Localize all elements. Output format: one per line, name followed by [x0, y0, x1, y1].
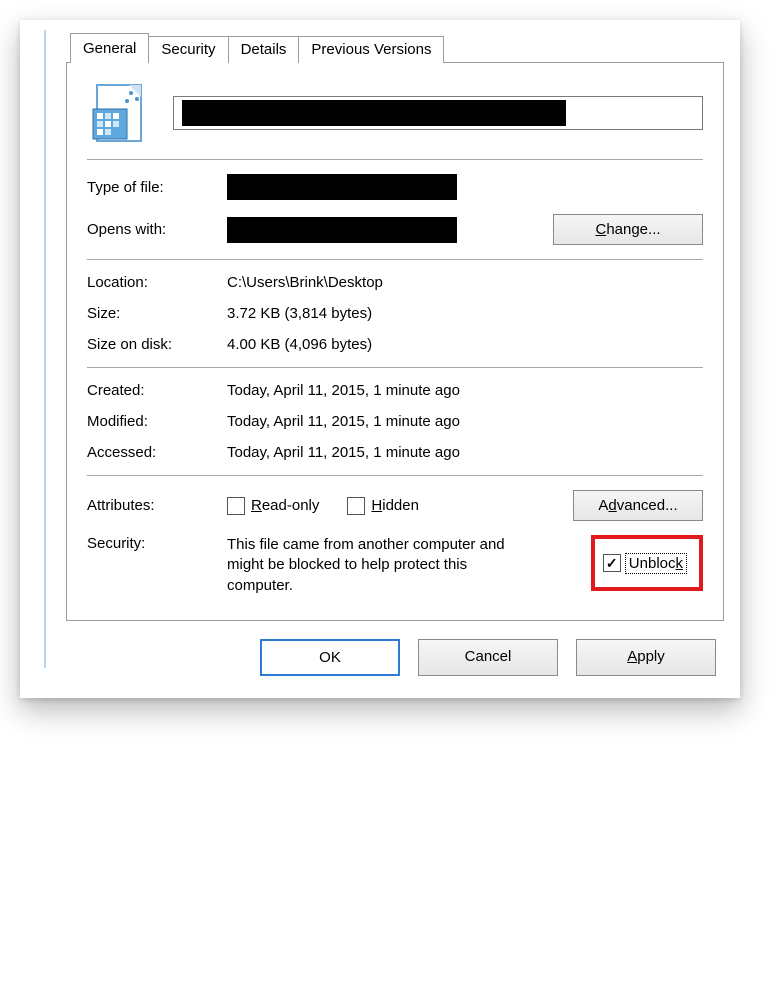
unblock-highlight: Unblock	[591, 535, 703, 591]
label-attributes: Attributes:	[87, 497, 227, 514]
separator	[87, 367, 703, 368]
ok-button[interactable]: OK	[260, 639, 400, 676]
file-type-icon	[87, 81, 151, 145]
separator	[87, 159, 703, 160]
checkbox-hidden[interactable]: Hidden	[347, 497, 419, 515]
label-location: Location:	[87, 274, 227, 291]
value-accessed: Today, April 11, 2015, 1 minute ago	[227, 444, 703, 461]
filename-input[interactable]	[173, 96, 703, 130]
change-button[interactable]: Change...	[553, 214, 703, 245]
separator	[87, 259, 703, 260]
tab-panel-general: Type of file: Opens with: Change... Loca…	[66, 62, 724, 621]
checkbox-label-unblock[interactable]: Unblock	[625, 553, 687, 574]
separator	[87, 475, 703, 476]
tab-strip: General Security Details Previous Versio…	[66, 32, 724, 62]
left-margin-rule	[44, 30, 46, 668]
label-size: Size:	[87, 305, 227, 322]
filename-redacted	[182, 100, 566, 126]
opens-with-redacted	[227, 217, 457, 243]
tab-details[interactable]: Details	[228, 36, 300, 63]
checkbox-box-read-only	[227, 497, 245, 515]
checkbox-box-hidden	[347, 497, 365, 515]
label-opens-with: Opens with:	[87, 221, 227, 238]
label-created: Created:	[87, 382, 227, 399]
checkbox-box-unblock[interactable]	[603, 554, 621, 572]
tab-general[interactable]: General	[70, 33, 149, 63]
checkbox-label-hidden: Hidden	[371, 497, 419, 514]
dialog-footer: OK Cancel Apply	[66, 621, 724, 680]
label-accessed: Accessed:	[87, 444, 227, 461]
apply-button[interactable]: Apply	[576, 639, 716, 676]
value-size-on-disk: 4.00 KB (4,096 bytes)	[227, 336, 703, 353]
security-description: This file came from another computer and…	[227, 535, 527, 596]
type-of-file-redacted	[227, 174, 457, 200]
advanced-button-label: Advanced...	[598, 497, 677, 514]
tab-security[interactable]: Security	[148, 36, 228, 63]
value-size: 3.72 KB (3,814 bytes)	[227, 305, 703, 322]
change-button-label: hange...	[606, 221, 660, 238]
file-properties-dialog: General Security Details Previous Versio…	[66, 32, 724, 680]
label-modified: Modified:	[87, 413, 227, 430]
label-type-of-file: Type of file:	[87, 179, 227, 196]
checkbox-label-read-only: Read-only	[251, 497, 319, 514]
label-size-on-disk: Size on disk:	[87, 336, 227, 353]
tab-previous-versions[interactable]: Previous Versions	[298, 36, 444, 63]
label-security: Security:	[87, 535, 227, 596]
checkbox-read-only[interactable]: Read-only	[227, 497, 319, 515]
value-location: C:\Users\Brink\Desktop	[227, 274, 703, 291]
cancel-button[interactable]: Cancel	[418, 639, 558, 676]
value-created: Today, April 11, 2015, 1 minute ago	[227, 382, 703, 399]
value-modified: Today, April 11, 2015, 1 minute ago	[227, 413, 703, 430]
advanced-button[interactable]: Advanced...	[573, 490, 703, 521]
